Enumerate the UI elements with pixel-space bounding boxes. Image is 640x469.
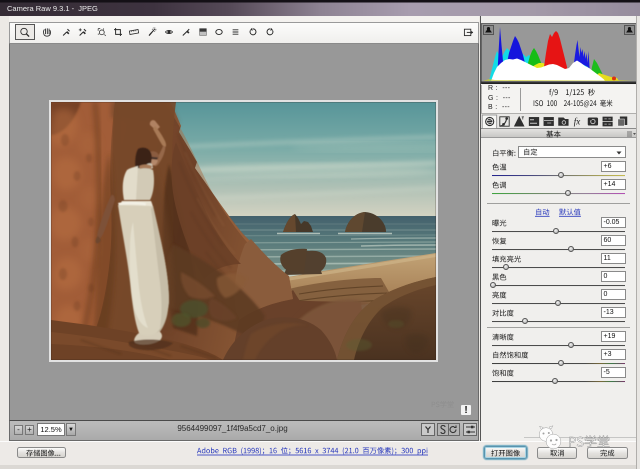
svg-text:fx: fx bbox=[574, 117, 581, 127]
